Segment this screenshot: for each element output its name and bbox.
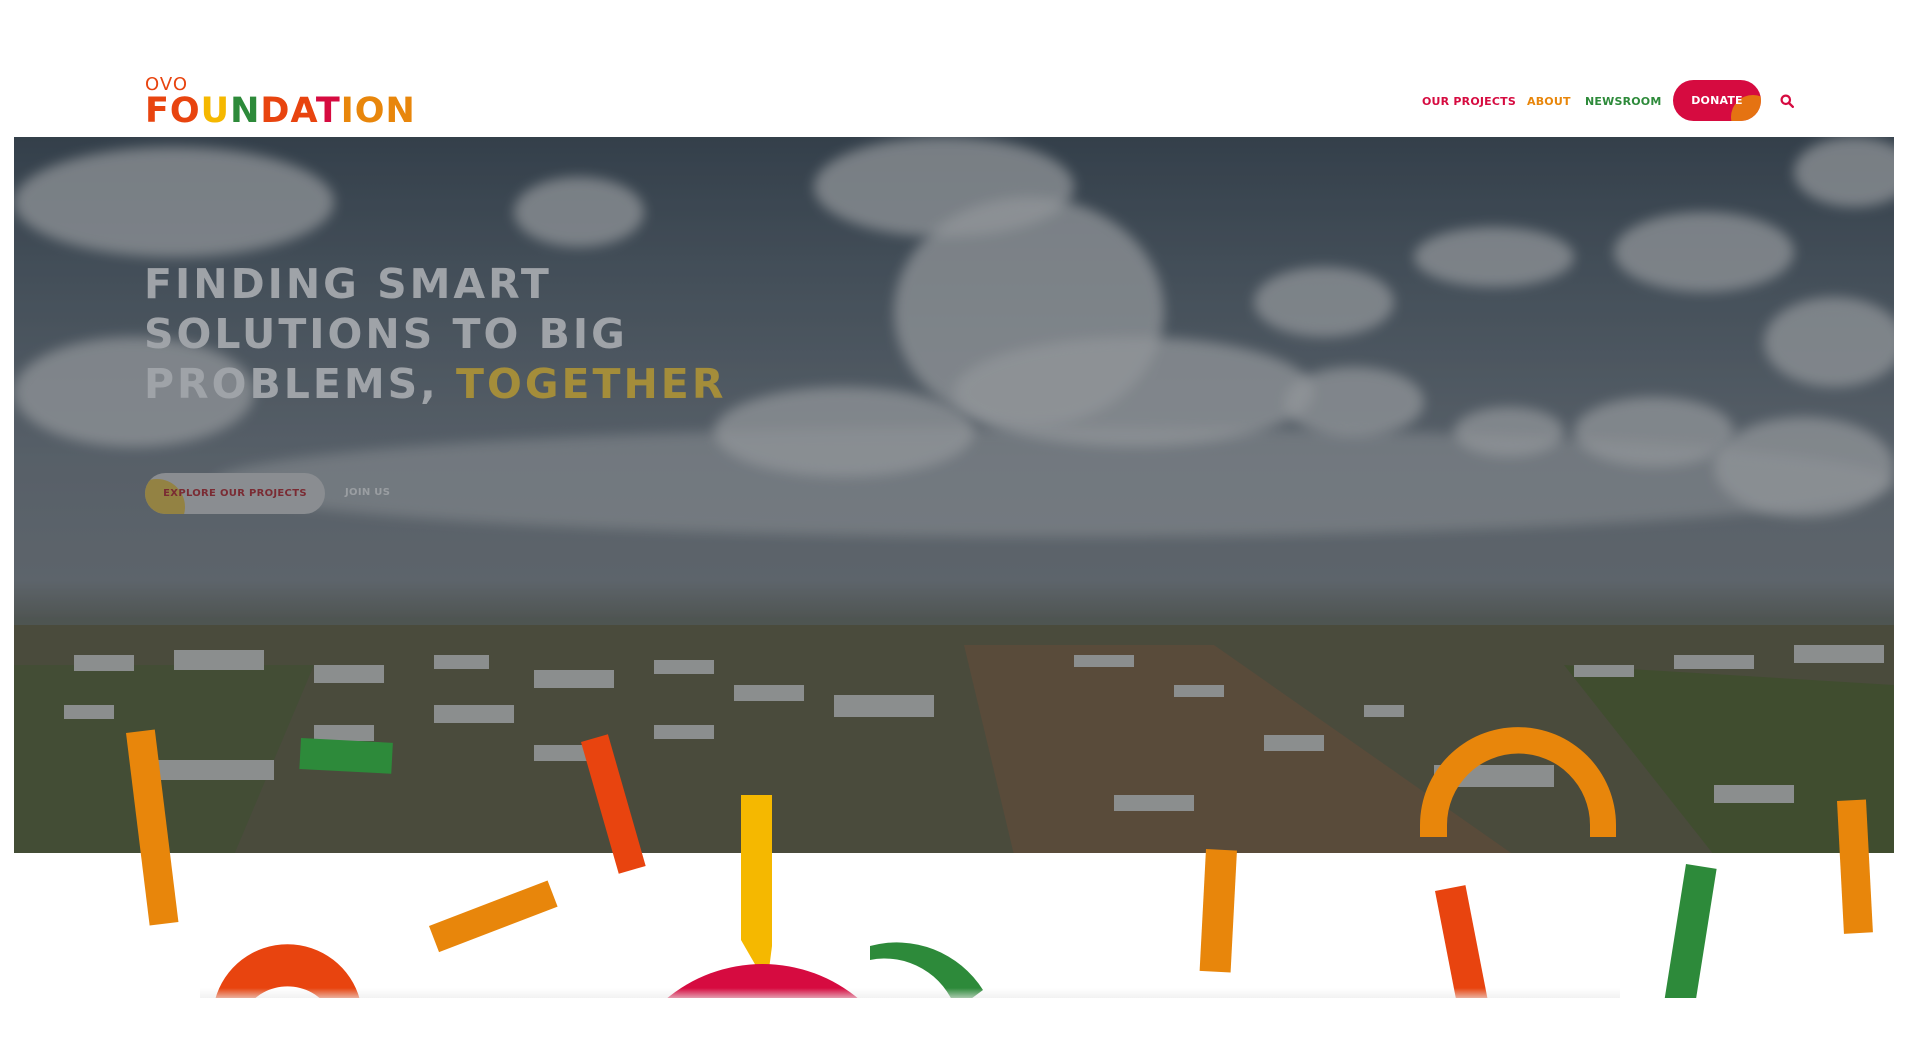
donate-button-label: DONATE (1691, 94, 1743, 107)
page-bottom-area (0, 998, 1914, 1062)
explore-projects-label: EXPLORE OUR PROJECTS (163, 488, 307, 499)
confetti-pieces (126, 727, 1873, 1012)
confetti-decoration (126, 727, 1873, 1012)
page: OVO FOUNDATION OUR PROJECTS ABOUT NEWSRO… (0, 0, 1914, 1062)
